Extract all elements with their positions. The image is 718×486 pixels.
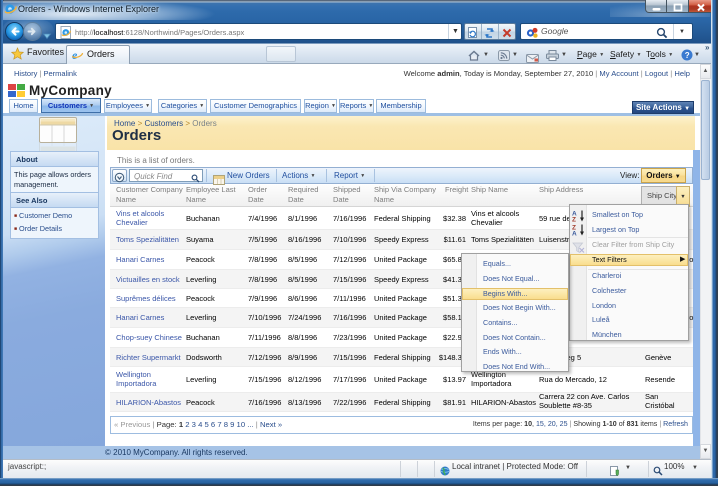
svg-text:?: ? [685, 51, 690, 60]
svg-text:e: e [72, 49, 78, 61]
svg-text:Z: Z [572, 217, 576, 223]
svg-text:A: A [572, 231, 577, 237]
